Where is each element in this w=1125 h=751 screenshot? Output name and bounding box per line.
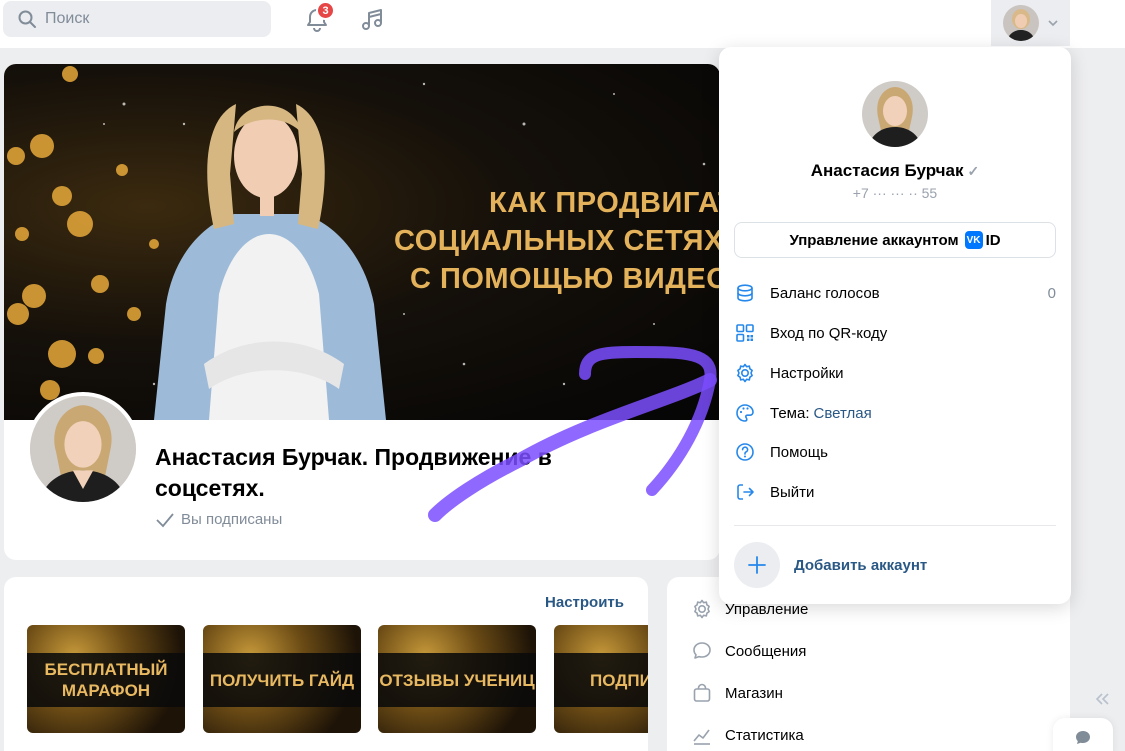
manage-account-button[interactable]: Управление аккаунтом VK ID — [734, 222, 1056, 258]
logout-icon — [737, 484, 754, 500]
gear-icon — [694, 599, 710, 619]
dropdown-item-settings[interactable]: Настройки — [734, 361, 1056, 385]
plus-icon — [734, 542, 780, 588]
avatar — [1003, 5, 1039, 41]
chat-bubble-icon — [693, 642, 711, 659]
account-name-text: Анастасия Бурчак — [810, 161, 964, 180]
cover-headline-line: СОЦИАЛЬНЫХ СЕТЯХ В — [394, 225, 720, 257]
divider — [734, 525, 1056, 526]
menu-item-stats[interactable]: Статистика — [691, 724, 804, 746]
tile-label: ОТЗЫВЫ УЧЕНИЦ — [378, 653, 536, 707]
dropdown-item-label: Помощь — [770, 443, 828, 461]
dropdown-item-logout[interactable]: Выйти — [734, 480, 1056, 504]
gear-icon — [737, 363, 753, 383]
shopping-bag-icon — [693, 683, 711, 702]
collapse-icon[interactable] — [1093, 692, 1111, 706]
subscribed-status[interactable]: Вы подписаны — [155, 511, 282, 528]
tile-label: ПОЛУЧИТЬ ГАЙД — [203, 653, 361, 707]
tile-guide[interactable]: ПОЛУЧИТЬ ГАЙД — [203, 625, 361, 733]
cover-headline-line: КАК ПРОДВИГАТ — [489, 187, 720, 219]
chat-button[interactable] — [1053, 718, 1113, 751]
tile-label: ПОДПИСА — [554, 653, 648, 707]
tile-marathon[interactable]: БЕСПЛАТНЫЙ МАРАФОН — [27, 625, 185, 733]
tile-reviews[interactable]: ОТЗЫВЫ УЧЕНИЦ — [378, 625, 536, 733]
tile-subscribe[interactable]: ПОДПИСА — [554, 625, 648, 733]
dropdown-item-label: Вход по QR-коду — [770, 324, 888, 342]
theme-value-link[interactable]: Светлая — [814, 405, 872, 422]
account-phone: +7 ··· ··· ·· 55 — [852, 185, 938, 201]
manage-account-label: Управление аккаунтом — [789, 231, 959, 249]
tile-label: БЕСПЛАТНЫЙ МАРАФОН — [27, 653, 185, 707]
menu-item-label: Магазин — [725, 684, 783, 702]
dropdown-item-label: Тема: — [770, 404, 810, 422]
votes-balance-value: 0 — [1047, 284, 1056, 302]
palette-icon — [736, 404, 754, 422]
search-icon — [18, 10, 36, 28]
cover-headline: КАК ПРОДВИГАТ СОЦИАЛЬНЫХ СЕТЯХ В С ПОМОЩ… — [394, 184, 720, 298]
dropdown-item-label: Настройки — [770, 364, 844, 382]
chart-icon — [693, 729, 710, 745]
subscribed-label: Вы подписаны — [181, 511, 283, 528]
search-input[interactable]: Поиск — [3, 1, 271, 37]
top-bar: Поиск 3 — [0, 0, 1125, 48]
dropdown-item-label: Выйти — [770, 483, 815, 501]
cover-image: КАК ПРОДВИГАТ СОЦИАЛЬНЫХ СЕТЯХ В С ПОМОЩ… — [4, 64, 720, 420]
dropdown-item-label: Баланс голосов — [770, 284, 880, 302]
chevron-down-icon — [1048, 20, 1058, 27]
account-dropdown: Анастасия Бурчак ✓ +7 ··· ··· ·· 55 Управ… — [719, 47, 1071, 604]
dropdown-item-qr-login[interactable]: Вход по QR-коду — [734, 321, 1056, 345]
notification-badge: 3 — [316, 1, 335, 20]
configure-link[interactable]: Настроить — [545, 594, 624, 611]
buttons-block: Настроить БЕСПЛАТНЫЙ МАРАФОН ПОЛУЧИТЬ ГА… — [4, 577, 648, 751]
dropdown-avatar[interactable] — [862, 81, 928, 147]
menu-item-label: Сообщения — [725, 642, 807, 660]
cover-headline-line: С ПОМОЩЬЮ ВИДЕО — [410, 263, 720, 295]
qr-code-icon — [736, 324, 754, 342]
add-account-label: Добавить аккаунт — [794, 556, 928, 574]
chat-bubble-icon — [1076, 731, 1090, 744]
verified-icon: ✓ — [967, 163, 980, 179]
add-account-button[interactable]: Добавить аккаунт — [734, 542, 927, 588]
account-name: Анастасия Бурчак ✓ — [719, 161, 1071, 181]
dropdown-item-votes-balance[interactable]: Баланс голосов 0 — [734, 281, 1056, 305]
dropdown-item-theme[interactable]: Тема: Светлая — [734, 401, 1056, 425]
menu-item-shop[interactable]: Магазин — [691, 682, 783, 704]
vk-id-label: ID — [985, 231, 1001, 249]
profile-menu-button[interactable] — [991, 0, 1070, 46]
group-avatar[interactable] — [26, 392, 140, 506]
dropdown-item-help[interactable]: Помощь — [734, 440, 1056, 464]
group-header-card: КАК ПРОДВИГАТ СОЦИАЛЬНЫХ СЕТЯХ В С ПОМОЩ… — [4, 64, 720, 560]
checkmark-icon — [156, 512, 174, 527]
menu-item-messages[interactable]: Сообщения — [691, 640, 806, 662]
help-icon — [736, 443, 754, 461]
coins-icon — [737, 284, 753, 302]
menu-item-label: Статистика — [725, 726, 804, 744]
group-title: Анастасия Бурчак. Продвижение в соцсетях… — [155, 444, 552, 501]
search-placeholder: Поиск — [45, 10, 90, 27]
music-note-icon[interactable] — [359, 6, 387, 34]
vk-logo-icon: VK — [964, 231, 983, 249]
